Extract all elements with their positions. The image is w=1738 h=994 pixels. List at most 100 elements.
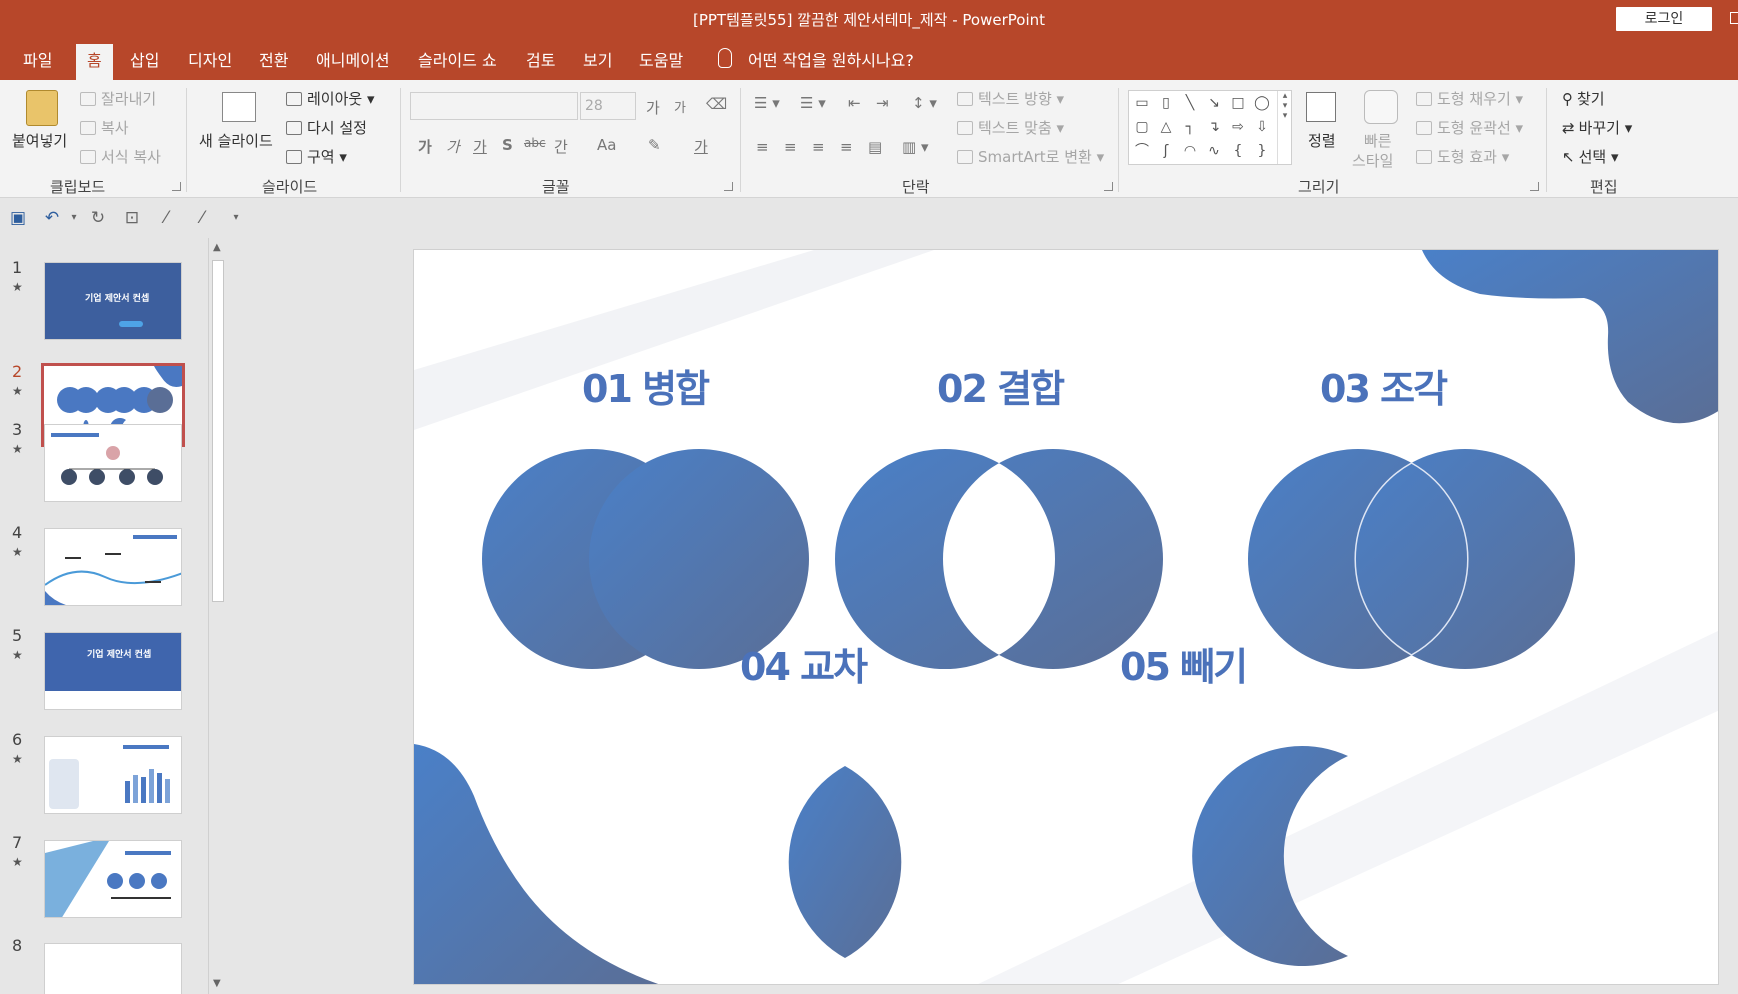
arrange-button[interactable]: 정렬 <box>1308 130 1336 151</box>
elbow-arrow-shape-icon[interactable]: ↴ <box>1205 119 1223 135</box>
right-brace-shape-icon[interactable]: } <box>1253 143 1271 159</box>
bullets-icon[interactable]: ☰ ▾ <box>754 94 780 112</box>
decrease-indent-icon[interactable]: ⇤ <box>848 94 861 112</box>
rectangle-shape-icon[interactable]: □ <box>1229 95 1247 111</box>
columns-icon[interactable]: ▥ ▾ <box>902 138 928 156</box>
ribbon-display-options-icon[interactable] <box>1730 12 1738 24</box>
drawing-launcher-icon[interactable] <box>1530 182 1539 191</box>
change-case-button[interactable]: Aa <box>597 136 616 154</box>
thumbnail-scrollbar[interactable]: ▲ ▼ <box>208 238 226 994</box>
cut-button[interactable]: 잘라내기 <box>80 88 156 109</box>
tab-home[interactable]: 홈 <box>76 44 113 80</box>
clear-format-icon[interactable]: ⌫ <box>706 95 727 113</box>
shape-outline-button[interactable]: 도형 윤곽선 ▾ <box>1416 117 1523 138</box>
tab-insert[interactable]: 삽입 <box>119 44 170 80</box>
slide-thumbnail[interactable] <box>44 736 182 814</box>
grow-font-button[interactable]: 가 <box>646 97 660 118</box>
textbox-shape-icon[interactable]: ▭ <box>1133 95 1151 111</box>
shape-intersect[interactable] <box>788 766 902 958</box>
arc-shape-icon[interactable]: ◠ <box>1181 143 1199 159</box>
slide-thumbnail[interactable] <box>44 943 182 994</box>
eyedropper-2-icon[interactable]: ⁄ <box>192 208 212 228</box>
login-button[interactable]: 로그인 <box>1616 7 1712 31</box>
line-spacing-icon[interactable]: ↕ ▾ <box>912 94 937 112</box>
clipboard-launcher-icon[interactable] <box>172 182 181 191</box>
slide-thumbnail[interactable]: 기업 제안서 컨셉 <box>44 632 182 710</box>
paragraph-launcher-icon[interactable] <box>1104 182 1113 191</box>
shape-combine[interactable] <box>835 448 1163 670</box>
text-direction-button[interactable]: 텍스트 방향 ▾ <box>957 88 1064 109</box>
slide-title-intersect[interactable]: 04 교차 <box>740 636 868 691</box>
slide-thumbnail[interactable] <box>44 528 182 606</box>
undo-icon[interactable]: ↶ <box>42 208 62 228</box>
align-text-button[interactable]: 텍스트 맞춤 ▾ <box>957 117 1064 138</box>
customize-qat-icon[interactable]: ▾ <box>226 208 246 228</box>
slide-thumbnail[interactable]: 기업 제안서 컨셉 <box>44 262 182 340</box>
new-slide-button[interactable]: 새 슬라이드 <box>199 130 273 151</box>
shape-fragment[interactable] <box>1248 449 1575 669</box>
tab-help[interactable]: 도움말 <box>628 44 694 80</box>
underline-button[interactable]: 가 <box>473 136 487 157</box>
font-launcher-icon[interactable] <box>724 182 733 191</box>
right-arrow-shape-icon[interactable]: ⇨ <box>1229 119 1247 135</box>
slide-title-combine[interactable]: 02 결합 <box>937 358 1065 413</box>
bold-button[interactable]: 가 <box>418 136 432 157</box>
left-brace-shape-icon[interactable]: { <box>1229 143 1247 159</box>
slide-title-fragment[interactable]: 03 조각 <box>1320 358 1448 413</box>
scribble-shape-icon[interactable]: ʃ <box>1157 143 1175 159</box>
italic-button[interactable]: 가 <box>446 136 460 157</box>
oval-shape-icon[interactable]: ◯ <box>1253 95 1271 111</box>
tab-view[interactable]: 보기 <box>572 44 623 80</box>
undo-dropdown-icon[interactable]: ▾ <box>64 208 84 228</box>
tab-design[interactable]: 디자인 <box>177 44 243 80</box>
shape-fill-button[interactable]: 도형 채우기 ▾ <box>1416 88 1523 109</box>
slide-title-merge[interactable]: 01 병합 <box>582 358 710 413</box>
smartart-button[interactable]: SmartArt로 변환 ▾ <box>957 146 1104 167</box>
highlight-icon[interactable]: ✎ <box>648 136 661 154</box>
replace-button[interactable]: ⇄ 바꾸기 ▾ <box>1562 117 1632 138</box>
scroll-down-icon[interactable]: ▼ <box>213 978 221 989</box>
down-arrow-shape-icon[interactable]: ⇩ <box>1253 119 1271 135</box>
arrange-icon[interactable] <box>1306 92 1336 122</box>
save-icon[interactable]: ▣ <box>8 208 28 228</box>
char-spacing-button[interactable]: 간 <box>554 136 568 157</box>
freeform-shape-icon[interactable]: ⌒ <box>1133 143 1151 159</box>
scroll-thumb[interactable] <box>212 260 224 602</box>
font-name-input[interactable] <box>410 92 578 120</box>
shadow-button[interactable]: S <box>502 136 513 154</box>
format-painter-button[interactable]: 서식 복사 <box>80 146 161 167</box>
font-size-input[interactable]: 28 <box>580 92 636 120</box>
arrow-line-shape-icon[interactable]: ↘ <box>1205 95 1223 111</box>
increase-indent-icon[interactable]: ⇥ <box>876 94 889 112</box>
scroll-up-icon[interactable]: ▲ <box>213 242 221 253</box>
triangle-shape-icon[interactable]: △ <box>1157 119 1175 135</box>
slide-thumbnail[interactable] <box>44 840 182 918</box>
layout-button[interactable]: 레이아웃 ▾ <box>286 88 375 109</box>
font-color-button[interactable]: 가 <box>694 136 708 157</box>
eyedropper-icon[interactable]: ⁄ <box>156 208 176 228</box>
slide-canvas[interactable]: 01 병합 02 결합 03 조각 04 교차 05 빼기 <box>413 249 1719 985</box>
line-shape-icon[interactable]: ╲ <box>1181 95 1199 111</box>
strikethrough-button[interactable]: abc <box>524 136 546 150</box>
shrink-font-button[interactable]: 가 <box>674 97 686 116</box>
shapes-gallery-scroll[interactable]: ▴ ▾ ▾ <box>1277 91 1292 164</box>
elbow-connector-shape-icon[interactable]: ┐ <box>1181 119 1199 135</box>
paste-icon[interactable] <box>26 90 58 126</box>
numbering-icon[interactable]: ☰ ▾ <box>800 94 826 112</box>
slideshow-icon[interactable]: ⊡ <box>122 208 142 228</box>
align-right-icon[interactable]: ≡ <box>812 138 825 156</box>
quick-styles-label-2[interactable]: 스타일 <box>1352 150 1393 171</box>
distributed-icon[interactable]: ▤ <box>868 138 882 156</box>
select-button[interactable]: ↖ 선택 ▾ <box>1562 146 1619 167</box>
align-center-icon[interactable]: ≡ <box>784 138 797 156</box>
tab-transitions[interactable]: 전환 <box>248 44 299 80</box>
section-button[interactable]: 구역 ▾ <box>286 146 347 167</box>
tab-slideshow[interactable]: 슬라이드 쇼 <box>407 44 508 80</box>
paste-button[interactable]: 붙여넣기 <box>12 130 67 151</box>
quick-styles-label-1[interactable]: 빠른 <box>1364 130 1392 151</box>
slide-title-subtract[interactable]: 05 빼기 <box>1120 636 1248 691</box>
tell-me-search[interactable]: 어떤 작업을 원하시나요? <box>737 44 925 80</box>
slide-thumbnail[interactable] <box>44 424 182 502</box>
tab-file[interactable]: 파일 <box>12 44 63 80</box>
curve-shape-icon[interactable]: ∿ <box>1205 143 1223 159</box>
